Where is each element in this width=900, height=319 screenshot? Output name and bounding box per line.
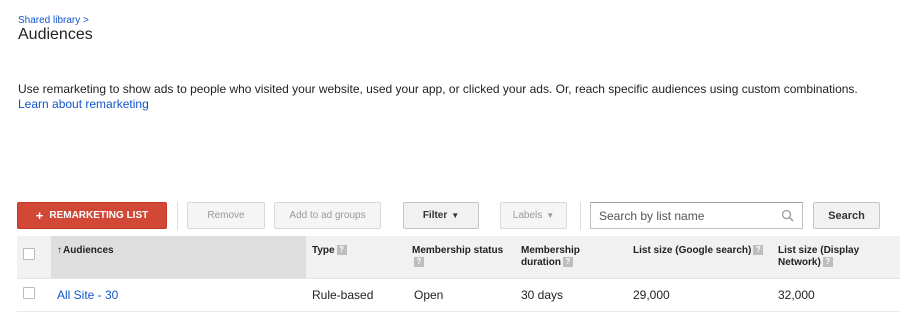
help-icon[interactable]: ? [753, 245, 764, 256]
header-membership-duration[interactable]: Membership duration? [515, 236, 627, 279]
audience-link[interactable]: All Site - 30 [57, 288, 118, 302]
header-type[interactable]: Type? [306, 236, 406, 279]
search-icon[interactable] [781, 209, 794, 222]
search-input[interactable] [591, 203, 771, 228]
audiences-table: ↑Audiences Type? Membership status? Memb… [17, 236, 900, 312]
size-search-cell: 29,000 [627, 278, 772, 312]
header-type-label: Type [312, 245, 335, 256]
help-icon[interactable]: ? [414, 257, 424, 268]
duration-cell: 30 days [515, 278, 627, 312]
table-row: All Site - 30 Rule-based Open 30 days 29… [17, 278, 900, 312]
header-list-size-search[interactable]: List size (Google search)? [627, 236, 772, 279]
filter-label: Filter [422, 210, 448, 221]
help-icon[interactable]: ? [563, 257, 573, 268]
filter-dropdown[interactable]: Filter ▼ [403, 202, 479, 229]
status-cell: Open [406, 278, 515, 312]
page-description: Use remarketing to show ads to people wh… [18, 82, 888, 112]
sort-up-icon: ↑ [57, 245, 62, 256]
help-icon[interactable]: ? [822, 257, 833, 268]
row-select-cell [17, 278, 51, 312]
toolbar: + REMARKETING LIST Remove Add to ad grou… [17, 202, 887, 231]
header-list-size-display-label: List size (Display Network) [778, 245, 860, 268]
plus-icon: + [35, 208, 44, 223]
remarketing-list-label: REMARKETING LIST [49, 210, 149, 221]
remove-button[interactable]: Remove [187, 202, 265, 229]
status-value: Open [414, 287, 444, 302]
table-header-row: ↑Audiences Type? Membership status? Memb… [17, 236, 900, 279]
help-icon[interactable]: ? [336, 245, 347, 256]
toolbar-separator [580, 202, 581, 230]
header-membership-status[interactable]: Membership status? [406, 236, 515, 279]
header-audiences-label: Audiences [63, 245, 114, 256]
labels-label: Labels [512, 210, 543, 221]
search-button[interactable]: Search [813, 202, 880, 229]
caret-down-icon: ▼ [546, 211, 555, 220]
type-cell: Rule-based [306, 278, 406, 312]
learn-about-remarketing-link[interactable]: Learn about remarketing [18, 97, 149, 111]
audience-cell: All Site - 30 [51, 278, 306, 312]
select-all-checkbox[interactable] [23, 248, 35, 260]
page-title: Audiences [18, 26, 93, 43]
toolbar-separator [177, 202, 178, 230]
select-all-header [17, 236, 51, 279]
labels-dropdown[interactable]: Labels ▼ [500, 202, 567, 229]
header-audiences[interactable]: ↑Audiences [51, 236, 306, 279]
search-box [590, 202, 803, 229]
caret-down-icon: ▼ [451, 211, 460, 220]
breadcrumb[interactable]: Shared library > [18, 15, 89, 26]
header-list-size-display[interactable]: List size (Display Network)? [772, 236, 900, 279]
header-list-size-search-label: List size (Google search) [633, 245, 752, 256]
row-checkbox[interactable] [23, 287, 35, 299]
size-display-cell: 32,000 [772, 278, 900, 312]
description-text: Use remarketing to show ads to people wh… [18, 82, 858, 96]
add-to-ad-groups-button[interactable]: Add to ad groups [274, 202, 381, 229]
header-membership-status-label: Membership status [412, 245, 504, 256]
add-remarketing-list-button[interactable]: + REMARKETING LIST [17, 202, 167, 229]
